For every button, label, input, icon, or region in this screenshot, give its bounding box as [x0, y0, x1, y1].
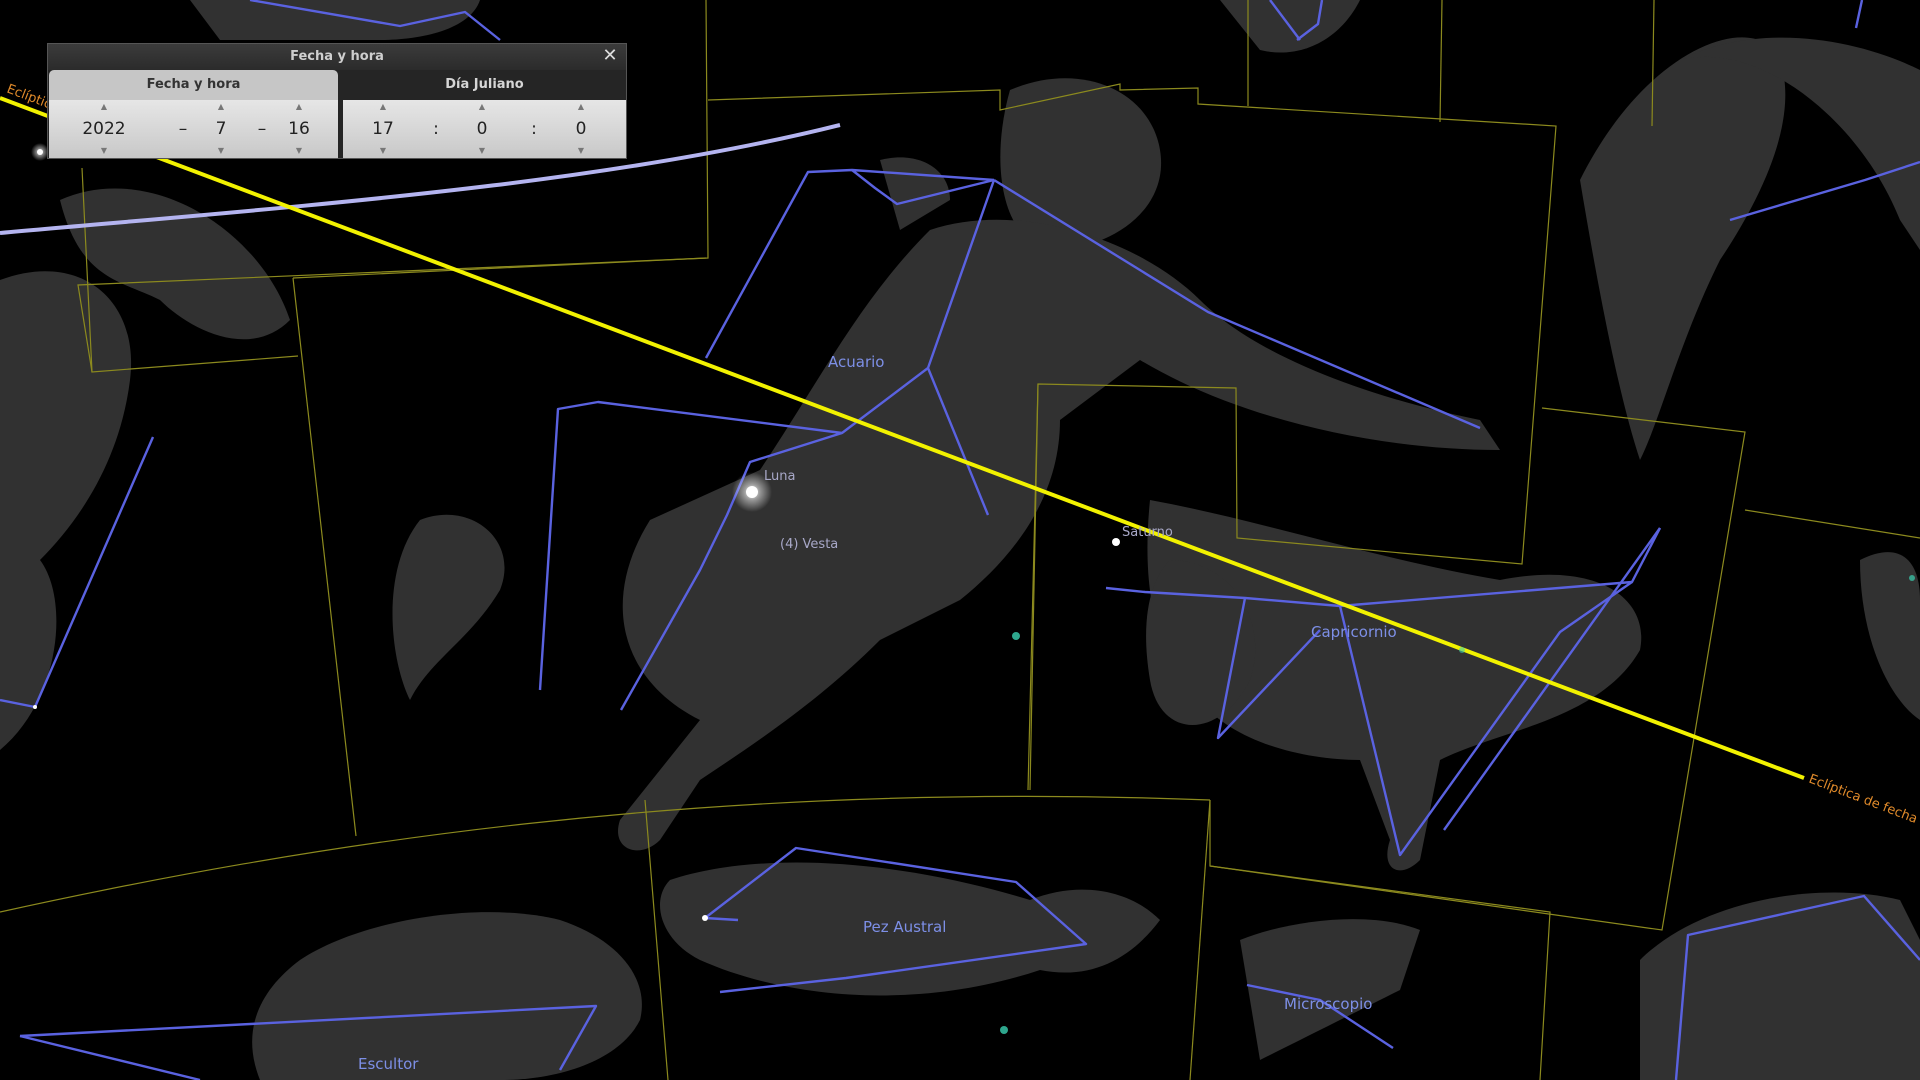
tab-julian-day[interactable]: Día Juliano [343, 70, 626, 100]
body-label-vesta: (4) Vesta [780, 537, 838, 552]
chevron-down-icon[interactable]: ▼ [358, 146, 408, 156]
minute-spinbox[interactable]: ▲ 0 ▼ [457, 100, 507, 158]
chevron-down-icon[interactable]: ▼ [457, 146, 507, 156]
date-time-dialog: Fecha y hora ✕ Fecha y hora Día Juliano … [47, 43, 627, 159]
year-value[interactable]: 2022 [69, 119, 139, 139]
constellation-art [0, 0, 1920, 1080]
minute-value[interactable]: 0 [457, 119, 507, 139]
constellation-label-microscopio: Microscopio [1284, 995, 1372, 1013]
chevron-down-icon[interactable]: ▼ [191, 146, 251, 156]
day-value[interactable]: 16 [269, 119, 329, 139]
month-value[interactable]: 7 [191, 119, 251, 139]
constellation-label-pez-austral: Pez Austral [863, 918, 946, 936]
chevron-up-icon[interactable]: ▲ [457, 102, 507, 112]
constellation-label-escultor: Escultor [358, 1055, 419, 1073]
constellation-label-acuario: Acuario [828, 353, 884, 371]
chevron-up-icon[interactable]: ▲ [556, 102, 606, 112]
chevron-up-icon[interactable]: ▲ [69, 102, 139, 112]
month-spinbox[interactable]: ▲ 7 ▼ [191, 100, 251, 158]
body-label-saturno: Saturno [1122, 525, 1173, 540]
ecliptic-label-right: Eclíptica de fecha [1807, 772, 1920, 827]
day-spinbox[interactable]: ▲ 16 ▼ [269, 100, 329, 158]
chevron-up-icon[interactable]: ▲ [269, 102, 329, 112]
constellation-label-capricornio: Capricornio [1311, 623, 1397, 641]
time-separator: : [433, 119, 439, 139]
body-label-luna: Luna [764, 469, 795, 484]
time-separator: : [531, 119, 537, 139]
chevron-down-icon[interactable]: ▼ [269, 146, 329, 156]
hour-value[interactable]: 17 [358, 119, 408, 139]
tab-date-time[interactable]: Fecha y hora [49, 70, 338, 100]
year-spinbox[interactable]: ▲ 2022 ▼ [69, 100, 139, 158]
dialog-title[interactable]: Fecha y hora [48, 44, 626, 70]
second-value[interactable]: 0 [556, 119, 606, 139]
close-icon[interactable]: ✕ [600, 46, 620, 66]
chevron-up-icon[interactable]: ▲ [191, 102, 251, 112]
chevron-down-icon[interactable]: ▼ [69, 146, 139, 156]
date-panel: ▲ 2022 ▼ – ▲ 7 ▼ – ▲ 16 ▼ [49, 100, 338, 158]
chevron-down-icon[interactable]: ▼ [556, 146, 606, 156]
hour-spinbox[interactable]: ▲ 17 ▼ [358, 100, 408, 158]
date-separator: – [178, 119, 188, 139]
second-spinbox[interactable]: ▲ 0 ▼ [556, 100, 606, 158]
date-separator: – [257, 119, 267, 139]
sky-view[interactable]: Eclíptica de fecha Eclíptica de fe Luna … [0, 0, 1920, 1080]
time-panel: ▲ 17 ▼ : ▲ 0 ▼ : ▲ 0 ▼ [343, 100, 626, 158]
chevron-up-icon[interactable]: ▲ [358, 102, 408, 112]
